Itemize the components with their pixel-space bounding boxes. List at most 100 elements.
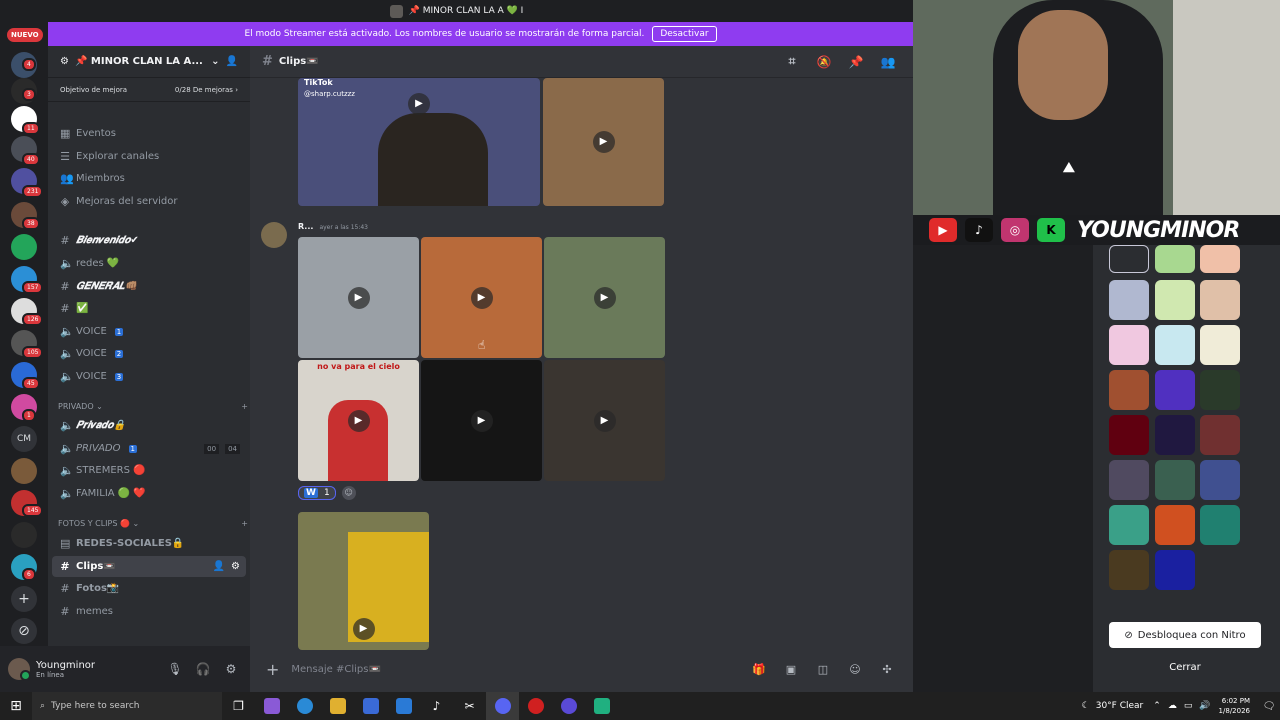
channel-redes[interactable]: 🔈 redes 💚: [52, 253, 246, 274]
video-attachment[interactable]: ▶: [544, 360, 665, 481]
theme-swatch[interactable]: [1200, 505, 1240, 545]
add-attachment-icon[interactable]: +: [266, 660, 279, 679]
channel-clips[interactable]: # Clips📼 👤 ⚙: [52, 556, 246, 577]
tiktok-icon[interactable]: ♪: [420, 692, 453, 720]
clock[interactable]: 6:02 PM 1/8/2026: [1219, 696, 1258, 716]
avatar[interactable]: [8, 658, 31, 681]
emoji-icon[interactable]: ☺: [845, 663, 865, 676]
play-icon[interactable]: ▶: [592, 131, 615, 153]
video-attachment[interactable]: ▶: [421, 360, 542, 481]
user-info[interactable]: Youngminor En línea: [36, 660, 158, 679]
gear-icon[interactable]: ⚙: [231, 561, 240, 572]
video-attachment[interactable]: TikTok @sharp.cutzzz ▶: [298, 78, 540, 206]
microphone-icon[interactable]: 🎙: [164, 662, 186, 676]
capcut-icon[interactable]: ✂: [453, 692, 486, 720]
theme-swatch[interactable]: [1200, 370, 1240, 410]
file-explorer-icon[interactable]: [321, 692, 354, 720]
theme-swatch[interactable]: [1200, 280, 1240, 320]
channel-general[interactable]: # 𝑮𝑬𝑵𝑬𝑹𝑨𝑳👊🏽: [52, 276, 246, 297]
gift-icon[interactable]: 🎁: [749, 663, 769, 676]
edge-icon[interactable]: [288, 692, 321, 720]
new-badge[interactable]: NUEVO: [7, 28, 43, 42]
unlock-nitro-button[interactable]: ⊘ Desbloquea con Nitro: [1109, 622, 1261, 648]
gif-icon[interactable]: ▣: [781, 663, 801, 676]
theme-swatch[interactable]: [1109, 460, 1149, 500]
theme-swatch[interactable]: [1109, 505, 1149, 545]
category-privado[interactable]: PRIVADO ⌄ +: [58, 402, 248, 411]
add-channel-icon[interactable]: +: [241, 402, 248, 411]
category-fotos-clips[interactable]: FOTOS Y CLIPS 🔴 ⌄ +: [58, 519, 248, 528]
play-icon[interactable]: ▶: [408, 92, 430, 115]
server-header[interactable]: ⚙ 📌 MINOR CLAN LA A... ⌄ 👤: [48, 46, 250, 78]
boost-goal[interactable]: Objetivo de mejora 0/28 De mejoras ›: [48, 78, 250, 102]
obs-icon[interactable]: [552, 692, 585, 720]
play-icon[interactable]: ▶: [470, 286, 493, 309]
channel-familia[interactable]: 🔈 FAMILIA 🟢 ❤️: [52, 483, 246, 504]
close-button[interactable]: Cerrar: [1109, 656, 1261, 680]
channel-fotos[interactable]: # Fotos📸: [52, 578, 246, 599]
members-icon[interactable]: 👥: [875, 55, 901, 69]
headphones-icon[interactable]: 🎧: [192, 662, 214, 676]
task-view-icon[interactable]: ❐: [222, 692, 255, 720]
invite-icon[interactable]: 👤: [226, 56, 238, 67]
message-input[interactable]: Mensaje #Clips📼: [291, 664, 737, 675]
copilot-icon[interactable]: [255, 692, 288, 720]
gear-icon[interactable]: ⚙: [220, 662, 242, 676]
theme-swatch[interactable]: [1200, 415, 1240, 455]
nav-events[interactable]: ▦ Eventos: [52, 123, 246, 144]
theme-swatch[interactable]: [1155, 370, 1195, 410]
video-attachment[interactable]: ▶: [544, 237, 665, 358]
add-reaction-icon[interactable]: ☺: [341, 486, 356, 500]
channel-privado-text[interactable]: 🔈 𝑷𝒓𝒊𝒗𝒂𝒅𝒐🔒: [52, 415, 246, 436]
network-icon[interactable]: ▭: [1184, 701, 1193, 711]
game-icon[interactable]: [585, 692, 618, 720]
theme-swatch[interactable]: [1155, 505, 1195, 545]
avatar[interactable]: [261, 222, 287, 248]
server-icon[interactable]: [11, 522, 37, 548]
play-icon[interactable]: ▶: [347, 286, 370, 309]
pin-icon[interactable]: 📌: [843, 55, 869, 69]
nav-server-boosts[interactable]: ◈ Mejoras del servidor: [52, 191, 246, 212]
theme-swatch[interactable]: [1200, 460, 1240, 500]
message-author[interactable]: R...: [298, 222, 313, 231]
theme-swatch[interactable]: [1155, 325, 1195, 365]
channel-redes-sociales[interactable]: ▤ REDES-SOCIALES🔒: [52, 533, 246, 554]
threads-icon[interactable]: ⌗: [779, 54, 805, 69]
theme-swatch[interactable]: [1155, 460, 1195, 500]
theme-swatch[interactable]: [1155, 550, 1195, 590]
volume-icon[interactable]: 🔊: [1199, 701, 1210, 711]
channel-voice-3[interactable]: 🔈 VOICE 3: [52, 366, 246, 387]
video-attachment[interactable]: ▶: [543, 78, 664, 206]
nav-browse-channels[interactable]: ☰ Explorar canales: [52, 146, 246, 167]
video-attachment[interactable]: ▶: [298, 237, 419, 358]
theme-swatch[interactable]: [1109, 245, 1149, 273]
theme-swatch[interactable]: [1200, 245, 1240, 273]
notifications-icon[interactable]: 🗨: [1258, 701, 1280, 712]
theme-swatch[interactable]: [1155, 245, 1195, 273]
theme-swatch[interactable]: [1109, 550, 1149, 590]
channel-privado-voice[interactable]: 🔈 PRIVADO 1 00 04: [52, 438, 246, 459]
theme-swatch[interactable]: [1109, 325, 1149, 365]
nav-members[interactable]: 👥 Miembros: [52, 168, 246, 189]
reaction-w[interactable]: W1: [298, 486, 336, 500]
theme-swatch[interactable]: [1109, 280, 1149, 320]
mail-icon[interactable]: [387, 692, 420, 720]
mute-icon[interactable]: 🔕: [811, 55, 837, 69]
play-icon[interactable]: ▶: [352, 618, 375, 641]
play-icon[interactable]: ▶: [347, 409, 370, 432]
apps-icon[interactable]: ✣: [877, 663, 897, 676]
channel-voice-1[interactable]: 🔈 VOICE 1: [52, 321, 246, 342]
cloud-icon[interactable]: ☁: [1168, 701, 1177, 711]
play-icon[interactable]: ▶: [593, 409, 616, 432]
server-icon[interactable]: [11, 234, 37, 260]
play-icon[interactable]: ▶: [593, 286, 616, 309]
opera-icon[interactable]: [519, 692, 552, 720]
chevron-up-icon[interactable]: ⌃: [1153, 701, 1161, 711]
server-icon[interactable]: [11, 458, 37, 484]
weather-widget[interactable]: ☾ 30°F Clear: [1082, 701, 1154, 711]
store-icon[interactable]: [354, 692, 387, 720]
channel-stremers[interactable]: 🔈 STREMERS 🔴: [52, 460, 246, 481]
server-icon-cm[interactable]: CM: [11, 426, 37, 452]
sticker-icon[interactable]: ◫: [813, 663, 833, 676]
play-icon[interactable]: ▶: [470, 409, 493, 432]
